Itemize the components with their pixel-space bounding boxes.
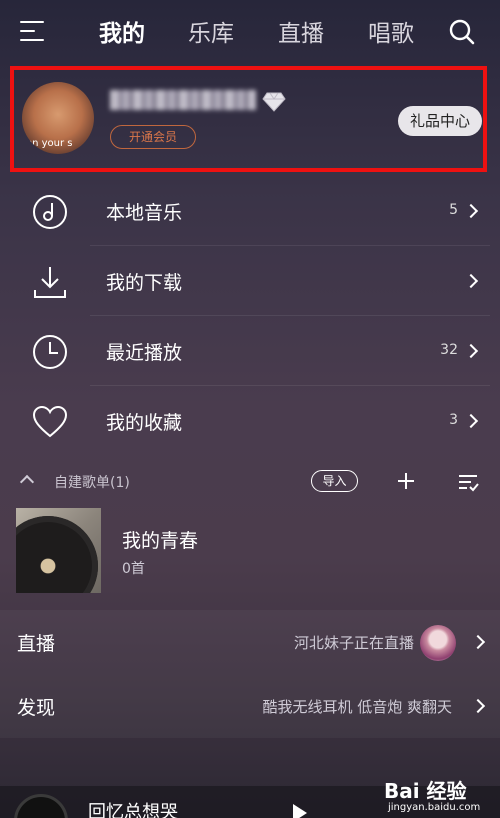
- tab-sing[interactable]: 唱歌: [368, 14, 414, 48]
- avatar-caption: on your s: [26, 138, 73, 149]
- live-host-avatar: [420, 625, 456, 661]
- live-section[interactable]: 直播 河北妹子正在直播: [0, 610, 500, 674]
- discover-title: 发现: [17, 697, 56, 719]
- menu-row-local-music[interactable]: 本地音乐 5: [0, 176, 500, 246]
- diamond-icon: [262, 92, 286, 112]
- tab-mine[interactable]: 我的: [99, 14, 145, 48]
- playlist-header: 自建歌单(1) 导入: [0, 462, 500, 500]
- chevron-right-icon: [463, 273, 479, 289]
- music-disc-icon: [33, 195, 67, 229]
- discover-section[interactable]: 发现 酷我无线耳机 低音炮 爽翻天: [0, 674, 500, 738]
- chevron-right-icon: [470, 634, 486, 650]
- manage-list-icon[interactable]: [457, 471, 479, 493]
- menu-icon[interactable]: [20, 20, 44, 42]
- chevron-right-icon: [463, 413, 479, 429]
- watermark: Bai 经验 jingyan.baidu.com: [384, 775, 494, 815]
- menu-label: 最近播放: [106, 342, 183, 364]
- menu-count: 3: [449, 412, 458, 428]
- playlist-item[interactable]: 我的青春 0首: [0, 505, 500, 595]
- play-icon[interactable]: [293, 804, 307, 818]
- playlist-section-title: 自建歌单(1): [54, 475, 130, 491]
- download-icon: [34, 267, 66, 298]
- heart-icon: [32, 405, 68, 438]
- menu-row-recent[interactable]: 最近播放 32: [0, 316, 500, 386]
- menu-count: 5: [449, 202, 458, 218]
- chevron-up-icon[interactable]: [19, 474, 35, 490]
- gift-center-button[interactable]: 礼品中心: [398, 106, 482, 136]
- discover-description: 酷我无线耳机 低音炮 爽翻天: [262, 698, 452, 716]
- playlist-title: 我的青春: [122, 530, 199, 552]
- album-disc: [14, 794, 68, 818]
- watermark-url: jingyan.baidu.com: [388, 802, 481, 813]
- watermark-logo: Bai 经验: [384, 779, 467, 803]
- menu-label: 我的下载: [106, 272, 183, 294]
- import-button[interactable]: 导入: [311, 470, 358, 492]
- tab-live[interactable]: 直播: [278, 14, 324, 48]
- chevron-right-icon: [463, 343, 479, 359]
- chevron-right-icon: [463, 203, 479, 219]
- menu-label: 我的收藏: [106, 412, 183, 434]
- menu-row-downloads[interactable]: 我的下载: [0, 246, 500, 316]
- menu-label: 本地音乐: [106, 202, 183, 224]
- add-playlist-icon[interactable]: [396, 471, 416, 491]
- menu-row-favorites[interactable]: 我的收藏 3: [0, 386, 500, 456]
- search-icon[interactable]: [449, 19, 475, 45]
- playlist-cover: [16, 508, 101, 593]
- profile-card[interactable]: on your s 开通会员 礼品中心: [10, 66, 487, 172]
- live-description: 河北妹子正在直播: [293, 634, 414, 652]
- avatar[interactable]: on your s: [22, 82, 94, 154]
- username-blurred: [110, 90, 256, 110]
- live-title: 直播: [17, 633, 56, 655]
- tab-library[interactable]: 乐库: [188, 14, 234, 48]
- chevron-right-icon: [470, 698, 486, 714]
- top-nav-bar: 我的 乐库 直播 唱歌: [0, 0, 500, 64]
- playlist-song-count: 0首: [122, 561, 145, 577]
- open-vip-button[interactable]: 开通会员: [110, 125, 196, 149]
- menu-count: 32: [440, 342, 458, 358]
- now-playing-title: 回忆总想哭: [88, 802, 178, 818]
- clock-icon: [33, 335, 67, 369]
